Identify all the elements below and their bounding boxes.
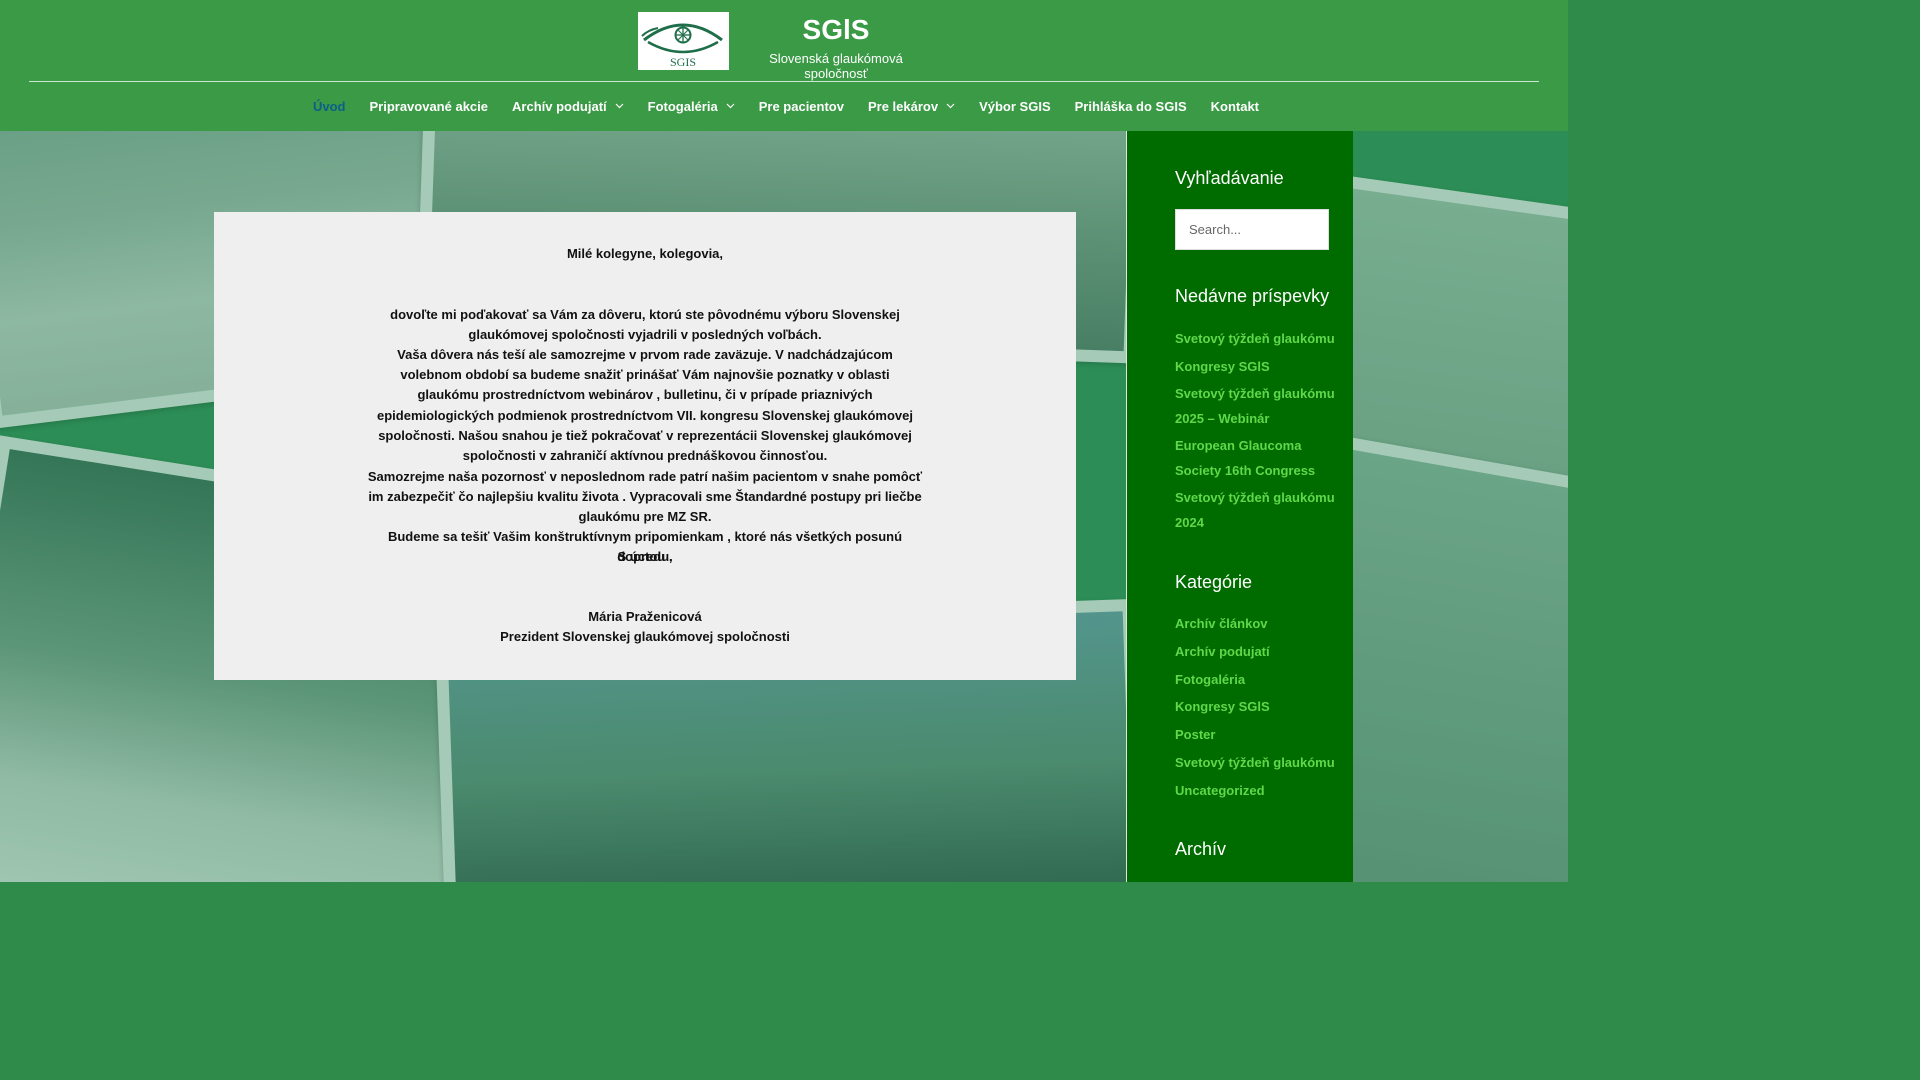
nav-item-fotogal-ria[interactable]: Fotogaléria — [636, 99, 747, 114]
category-link[interactable]: Archív podujatí — [1175, 640, 1350, 665]
category-link[interactable]: Fotogaléria — [1175, 668, 1350, 693]
chevron-down-icon[interactable] — [946, 101, 955, 112]
nav-item-vod[interactable]: Úvod — [301, 99, 358, 114]
nav-item-pre-pacientov[interactable]: Pre pacientov — [747, 99, 856, 114]
chevron-down-icon[interactable] — [615, 101, 624, 112]
category-link[interactable]: Uncategorized — [1175, 779, 1350, 804]
nav-item-pripravovan-akcie[interactable]: Pripravované akcie — [357, 99, 500, 114]
nav-item-label: Archív podujatí — [512, 99, 607, 114]
site-header: SGIS SGlS Slovenská glaukómová spoločnos… — [0, 0, 1568, 131]
categories-heading: Kategórie — [1175, 572, 1253, 592]
nav-item-v-bor-sgis[interactable]: Výbor SGIS — [967, 99, 1063, 114]
sidebar: Vyhľadávanie Nedávne príspevky Svetový t… — [1126, 131, 1353, 882]
paragraph: Vaša dôvera nás teší ale samozrejme v pr… — [376, 347, 914, 464]
site-tagline: Slovenská glaukómová spoločnosť — [769, 51, 903, 81]
search-heading: Vyhľadávanie — [1175, 168, 1284, 188]
nav-item-label: Prihláška do SGIS — [1074, 99, 1187, 114]
svg-text:SGIS: SGIS — [670, 55, 696, 69]
paragraph: Samozrejme naša pozornosť v neposlednom … — [367, 469, 923, 525]
recent-post-link[interactable]: Svetový týždeň glaukómu — [1175, 327, 1350, 352]
nav-item-label: Pre lekárov — [867, 99, 939, 114]
recent-posts-heading: Nedávne príspevky — [1175, 286, 1330, 306]
signature-title: Prezident Slovenskej glaukómovej spoločn… — [500, 629, 790, 644]
category-link[interactable]: Kongresy SGlS — [1175, 695, 1350, 720]
nav-item-label: Výbor SGIS — [979, 99, 1051, 114]
nav-item-label: Úvod — [312, 99, 346, 114]
nav-item-pre-lek-rov[interactable]: Pre lekárov — [856, 99, 967, 114]
search-input[interactable] — [1176, 210, 1328, 249]
recent-post-link[interactable]: Svetový týždeň glaukómu 2025 – Webinár — [1175, 382, 1350, 431]
recent-post-link[interactable]: Svetový týždeň glaukómu 2024 — [1175, 486, 1350, 535]
recent-post-link[interactable]: European Glaucoma Society 16th Congress — [1175, 434, 1350, 483]
categories-list: Archív článkov Archív podujatí Fotogaléria… — [1175, 612, 1350, 807]
search-field[interactable] — [1175, 209, 1329, 250]
site-logo[interactable]: SGIS — [638, 12, 729, 70]
category-link[interactable]: Poster — [1175, 723, 1350, 748]
nav-item-label: Fotogaléria — [647, 99, 718, 114]
nav-item-label: Kontakt — [1210, 99, 1260, 114]
closing-text: S úctou , — [617, 549, 673, 564]
archive-heading: Archív — [1175, 839, 1227, 859]
nav-item-label: Pre pacientov — [758, 99, 844, 114]
nav-item-prihl-ka-do-sgis[interactable]: Prihláška do SGIS — [1063, 99, 1199, 114]
nav-item-kontakt[interactable]: Kontakt — [1199, 99, 1271, 114]
greeting-text: Milé kolegyne, kolegovia, — [566, 246, 724, 261]
eye-logo-icon: SGIS — [641, 23, 723, 69]
recent-posts-list: Svetový týždeň glaukómu Kongresy SGlS Svet… — [1175, 327, 1350, 538]
signature-name: Mária Praženicová — [588, 609, 702, 624]
paragraph: dovoľte mi poďakovať sa Vám za dôveru, k… — [390, 307, 900, 343]
category-link[interactable]: Archív článkov — [1175, 612, 1350, 637]
site-title[interactable]: SGlS — [741, 14, 931, 46]
recent-post-link[interactable]: Kongresy SGlS — [1175, 355, 1350, 380]
nav-item-label: Pripravované akcie — [369, 99, 489, 114]
main-navigation: Úvod Pripravované akcie Archív podujatí Fot… — [0, 82, 1568, 131]
welcome-message-card: Milé kolegyne, kolegovia, dovoľte mi poď… — [214, 212, 1076, 680]
nav-item-arch-v-podujat[interactable]: Archív podujatí — [500, 99, 636, 114]
category-link[interactable]: Svetový týždeň glaukómu — [1175, 751, 1350, 776]
chevron-down-icon[interactable] — [726, 101, 735, 112]
